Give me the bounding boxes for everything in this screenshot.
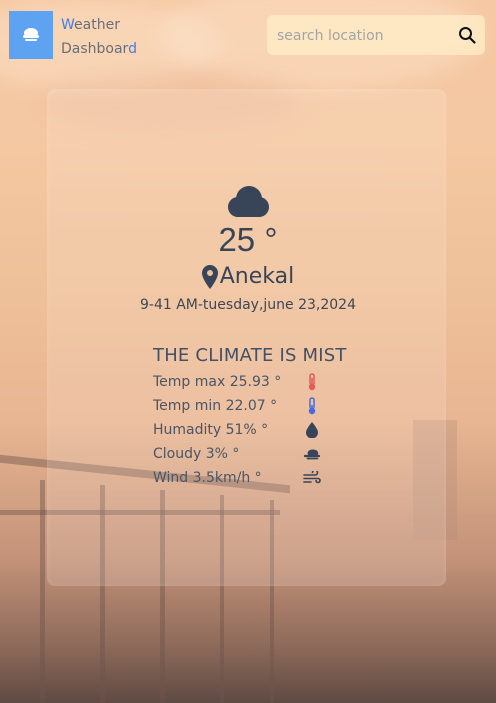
logo — [9, 11, 53, 59]
search-input[interactable] — [275, 23, 449, 49]
search-icon — [459, 27, 476, 44]
climate-status: THE CLIMATE IS MIST — [153, 345, 347, 366]
search-bar — [267, 15, 485, 55]
cloud-icon — [303, 445, 321, 463]
date-time: 9-41 AM-tuesday,june 23,2024 — [140, 297, 356, 313]
wind-icon — [303, 469, 321, 487]
thermometer-cold-icon — [303, 397, 321, 415]
weather-cloud-icon — [228, 186, 269, 217]
location-name: Anekal — [219, 264, 295, 289]
detail-cloudy: Cloudy 3% ° — [153, 443, 333, 467]
detail-temp-max: Temp max 25.93 ° — [153, 371, 333, 395]
detail-temp-min: Temp min 22.07 ° — [153, 395, 333, 419]
detail-wind: Wind 3.5km/h ° — [153, 467, 333, 491]
temperature: 25 ° — [218, 221, 278, 258]
detail-humidity: Humadity 51% ° — [153, 419, 333, 443]
location: Anekal — [0, 264, 496, 289]
thermometer-hot-icon — [303, 373, 321, 391]
weather-details: Temp max 25.93 ° Temp min 22.07 ° Humadi… — [153, 371, 333, 491]
location-pin-icon — [201, 264, 218, 289]
brand-title: Weather Dashboard — [61, 17, 137, 57]
header: Weather Dashboard — [0, 0, 496, 70]
droplet-icon — [303, 421, 321, 439]
cloud-icon — [23, 28, 39, 41]
weather-card — [47, 89, 446, 586]
search-button[interactable] — [455, 23, 479, 47]
